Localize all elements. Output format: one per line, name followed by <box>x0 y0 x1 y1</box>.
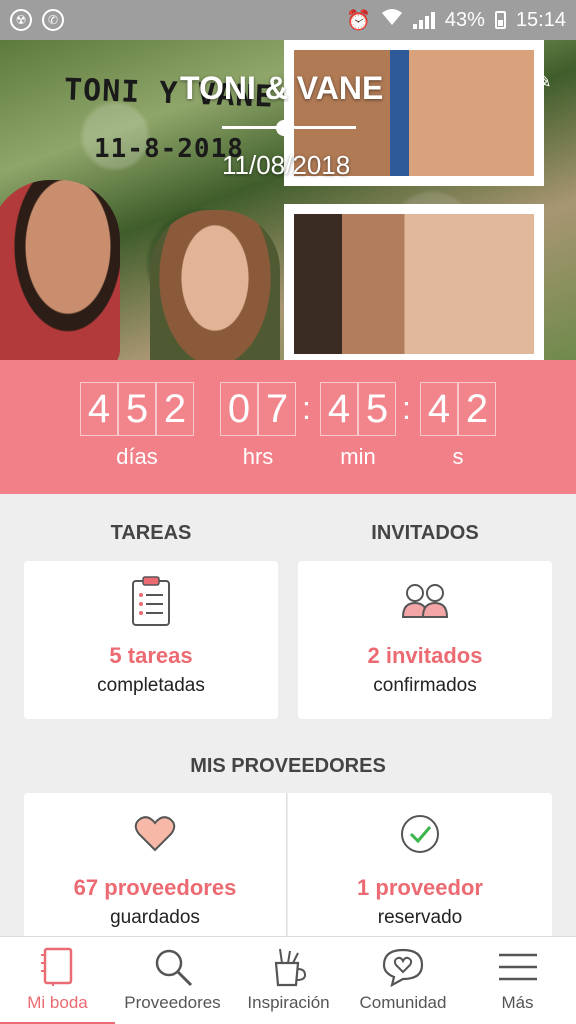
polaroid-photo-bottom <box>284 204 544 360</box>
battery-icon <box>494 11 506 29</box>
guests-icon <box>401 584 449 618</box>
minutes-label: min <box>340 444 376 469</box>
countdown-digit: 4 <box>420 382 458 436</box>
wifi-icon <box>381 8 403 32</box>
signal-icon <box>412 11 435 29</box>
days-label: días <box>116 444 158 469</box>
guests-title: INVITADOS <box>371 522 479 544</box>
heart-chat-icon <box>382 948 424 987</box>
divider-dot <box>276 120 292 136</box>
couple-name: TONI & VANE <box>180 70 384 106</box>
status-bar: ☢ ✆ ⏰ 43% 15:14 <box>0 0 576 40</box>
saved-vendors-count: 67 proveedores <box>73 875 237 900</box>
vendors-title: MIS PROVEEDORES <box>190 755 386 777</box>
tasks-count: 5 tareas <box>109 643 193 668</box>
tasks-title: TAREAS <box>110 522 192 544</box>
countdown-digit: 2 <box>156 382 194 436</box>
booked-vendors-sub: reservado <box>377 907 463 928</box>
bottom-navigation: Mi boda Proveedores Inspiración Comunida… <box>0 936 576 1024</box>
bride-figure <box>150 210 280 360</box>
countdown-digit: 7 <box>258 382 296 436</box>
booked-vendors-card[interactable]: 1 proveedor reservado <box>288 793 552 943</box>
guests-count: 2 invitados <box>367 643 483 668</box>
hours-label: hrs <box>242 444 274 469</box>
countdown-digit: 5 <box>118 382 156 436</box>
seconds-label: s <box>452 444 464 469</box>
nav-inspiracion[interactable]: Inspiración <box>230 937 347 1024</box>
countdown-banner: 4 5 2 días 0 7 hrs : 4 5 min : 4 2 s <box>0 360 576 494</box>
guests-card[interactable]: 2 invitados confirmados <box>298 561 552 719</box>
clipboard-icon <box>132 576 170 626</box>
brush-cup-icon <box>274 948 306 987</box>
battery-percent: 43% <box>444 8 485 31</box>
countdown-digit: 4 <box>320 382 358 436</box>
alarm-icon: ⏰ <box>346 9 371 32</box>
saved-vendors-sub: guardados <box>110 907 200 928</box>
radiation-icon: ☢ <box>10 9 32 31</box>
wedding-date: 11/08/2018 <box>222 150 351 180</box>
nav-comunidad[interactable]: Comunidad <box>347 937 459 1024</box>
colon-separator: : <box>402 390 411 426</box>
tasks-card[interactable]: 5 tareas completadas <box>24 561 278 719</box>
cover-photo[interactable]: TONI Y VANE 11-8-2018 TONI & VANE 11/08/… <box>0 40 576 360</box>
clock: 15:14 <box>515 8 566 31</box>
menu-icon <box>498 953 537 981</box>
heart-icon <box>134 816 176 852</box>
notebook-icon <box>40 947 72 986</box>
status-left: ☢ ✆ <box>10 9 64 31</box>
guests-sub: confirmados <box>373 675 477 696</box>
countdown-digit: 2 <box>458 382 496 436</box>
countdown-digit: 0 <box>220 382 258 436</box>
whatsapp-icon: ✆ <box>42 9 64 31</box>
nav-mas[interactable]: Más <box>459 937 576 1024</box>
nav-label: Mi boda <box>27 993 88 1012</box>
groom-figure <box>0 180 120 360</box>
saved-vendors-card[interactable]: 67 proveedores guardados <box>24 793 287 943</box>
nav-label: Comunidad <box>359 993 447 1012</box>
status-right: ⏰ 43% 15:14 <box>346 8 566 33</box>
nav-label: Más <box>501 993 534 1012</box>
booked-vendors-count: 1 proveedor <box>357 875 483 900</box>
nav-mi-boda[interactable]: Mi boda <box>0 937 115 1024</box>
nav-label: Inspiración <box>247 993 330 1012</box>
colon-separator: : <box>302 390 311 426</box>
check-circle-icon <box>401 815 439 853</box>
countdown-digit: 4 <box>80 382 118 436</box>
tasks-sub: completadas <box>97 675 205 696</box>
nav-label: Proveedores <box>124 993 221 1012</box>
edit-cover-icon[interactable]: ✎ <box>534 68 552 94</box>
nav-proveedores[interactable]: Proveedores <box>115 937 230 1024</box>
countdown-digit: 5 <box>358 382 396 436</box>
search-icon <box>155 949 192 987</box>
